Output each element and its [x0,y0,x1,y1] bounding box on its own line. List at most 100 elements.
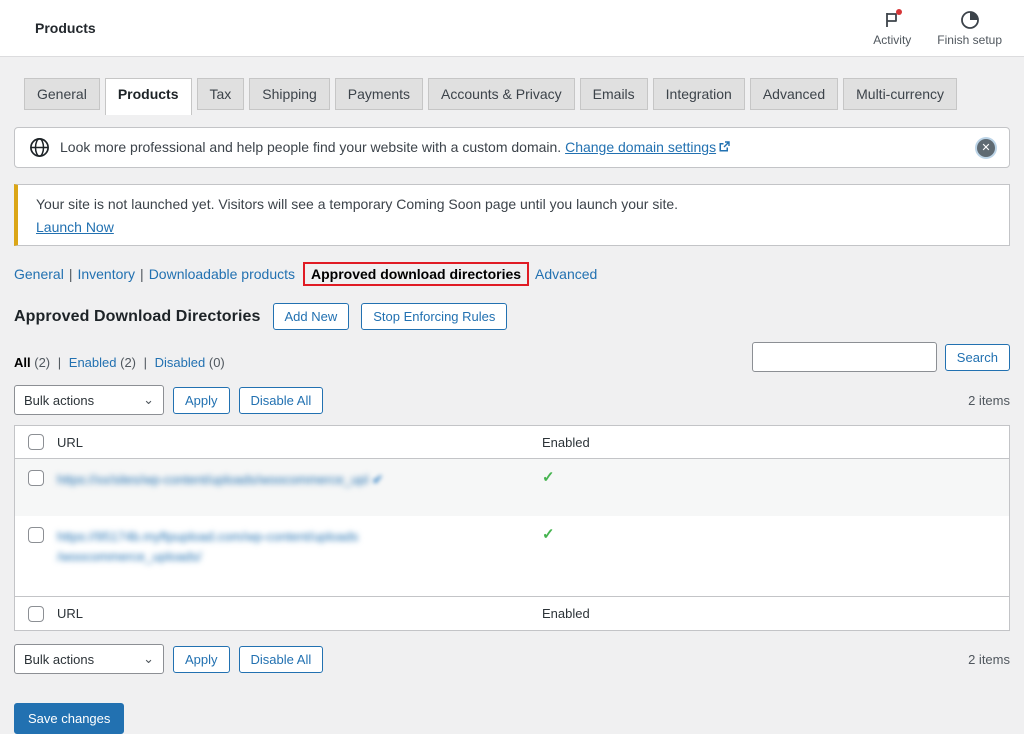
globe-icon [29,137,50,158]
bulk-actions-selected-value: Bulk actions [24,393,94,408]
activity-button[interactable]: Activity [873,10,911,47]
subnav-inventory[interactable]: Inventory [77,266,135,282]
blurred-url-line2: /woocommerce_uploads/ [57,549,202,564]
tab-multi-currency[interactable]: Multi-currency [843,78,957,110]
tab-accounts-privacy[interactable]: Accounts & Privacy [428,78,575,110]
row-url-cell: https://xx/sites/wp-content/uploads/wooc… [57,470,542,490]
select-all-checkbox[interactable] [28,434,44,450]
subnav-separator: | [69,266,73,282]
filter-all-count: (2) [34,355,50,370]
footer-checkbox-cell [15,606,57,622]
items-count: 2 items [968,652,1010,667]
products-subnav: General | Inventory | Downloadable produ… [14,262,1010,286]
tab-general[interactable]: General [24,78,100,110]
settings-tab-bar: General Products Tax Shipping Payments A… [24,78,1010,110]
activity-label: Activity [873,33,911,47]
tab-tax[interactable]: Tax [197,78,245,110]
external-link-icon [718,140,730,156]
settings-content: General Products Tax Shipping Payments A… [0,78,1024,734]
blurred-url-link[interactable]: https://95174b.myftpupload.com/wp-conten… [57,529,358,564]
filter-separator: | [144,355,147,370]
filter-all-link[interactable]: All [14,355,31,370]
row-enabled-cell: ✓ [542,470,1009,485]
disable-all-button[interactable]: Disable All [239,646,324,673]
subnav-advanced[interactable]: Advanced [535,266,597,282]
url-column-header: URL [57,435,542,450]
blurred-url-link[interactable]: https://xx/sites/wp-content/uploads/wooc… [57,472,368,487]
header-checkbox-cell [15,434,57,450]
change-domain-settings-link[interactable]: Change domain settings [565,139,730,155]
chevron-down-icon: ⌄ [143,392,154,408]
heading-row: Approved Download Directories Add New St… [14,303,1010,330]
finish-setup-button[interactable]: Finish setup [937,10,1002,47]
progress-pie-icon [960,10,980,30]
url-column-footer: URL [57,606,542,621]
page-title: Approved Download Directories [14,308,261,326]
search-button[interactable]: Search [945,344,1010,371]
bulk-actions-select[interactable]: Bulk actions ⌄ [14,644,164,674]
bulk-actions-selected-value: Bulk actions [24,652,94,667]
header-actions: Activity Finish setup [873,10,1002,47]
table-header-row: URL Enabled [15,426,1009,459]
subnav-general[interactable]: General [14,266,64,282]
chevron-down-icon: ⌄ [143,651,154,667]
change-domain-settings-label: Change domain settings [565,139,716,155]
enabled-check-icon: ✓ [542,526,555,543]
apply-button[interactable]: Apply [173,646,230,673]
launch-notice-message: Your site is not launched yet. Visitors … [36,196,989,212]
table-footer-row: URL Enabled [15,596,1009,630]
add-new-button[interactable]: Add New [273,303,350,330]
select-all-checkbox[interactable] [28,606,44,622]
site-launch-notice: Your site is not launched yet. Visitors … [14,184,1010,246]
bulk-actions-row-bottom: Bulk actions ⌄ Apply Disable All 2 items [14,644,1010,674]
tab-advanced[interactable]: Advanced [750,78,838,110]
stop-enforcing-rules-button[interactable]: Stop Enforcing Rules [361,303,507,330]
finish-setup-label: Finish setup [937,33,1002,47]
disable-all-button[interactable]: Disable All [239,387,324,414]
filter-disabled-count: (0) [209,355,225,370]
save-changes-button[interactable]: Save changes [14,703,124,734]
filter-separator: | [58,355,61,370]
tab-payments[interactable]: Payments [335,78,423,110]
search-input[interactable] [752,342,937,372]
bulk-actions-row-top: Bulk actions ⌄ Apply Disable All 2 items [14,385,1010,415]
row-checkbox[interactable] [28,527,44,543]
bulk-actions-controls: Bulk actions ⌄ Apply Disable All [14,644,323,674]
save-row: Save changes [14,703,1010,734]
search-box: Search [752,342,1010,372]
admin-header: Products Activity Finish setup [0,0,1024,57]
subnav-downloadable-products[interactable]: Downloadable products [149,266,295,282]
domain-notice-text: Look more professional and help people f… [60,139,561,155]
bulk-actions-select[interactable]: Bulk actions ⌄ [14,385,164,415]
notification-dot [896,9,902,15]
apply-button[interactable]: Apply [173,387,230,414]
row-checkbox-cell [15,470,57,486]
row-checkbox[interactable] [28,470,44,486]
filter-disabled-link[interactable]: Disabled [155,355,206,370]
blurred-url-mark: ✔ [372,472,383,487]
custom-domain-notice: Look more professional and help people f… [14,127,1010,168]
flag-icon [882,10,902,30]
subnav-separator: | [140,266,144,282]
tab-shipping[interactable]: Shipping [249,78,330,110]
table-row: https://95174b.myftpupload.com/wp-conten… [15,516,1009,596]
filter-enabled-link[interactable]: Enabled [69,355,117,370]
tab-emails[interactable]: Emails [580,78,648,110]
table-row: https://xx/sites/wp-content/uploads/wooc… [15,459,1009,516]
approved-directories-table: URL Enabled https://xx/sites/wp-content/… [14,425,1010,631]
row-url-cell: https://95174b.myftpupload.com/wp-conten… [57,527,542,567]
launch-now-link[interactable]: Launch Now [36,219,114,235]
enabled-check-icon: ✓ [542,469,555,486]
filter-all-label: All [14,355,31,370]
tab-products[interactable]: Products [105,78,192,115]
items-count: 2 items [968,393,1010,408]
filter-row: All (2) | Enabled (2) | Disabled (0) Sea… [14,342,1010,372]
row-enabled-cell: ✓ [542,527,1009,542]
subnav-approved-download-directories[interactable]: Approved download directories [303,262,529,286]
enabled-column-header: Enabled [542,435,1009,450]
tab-integration[interactable]: Integration [653,78,745,110]
filter-enabled-count: (2) [120,355,136,370]
blurred-url-line1: https://95174b.myftpupload.com/wp-conten… [57,529,358,544]
dismiss-notice-icon[interactable]: ✕ [977,139,995,157]
enabled-column-footer: Enabled [542,606,1009,621]
